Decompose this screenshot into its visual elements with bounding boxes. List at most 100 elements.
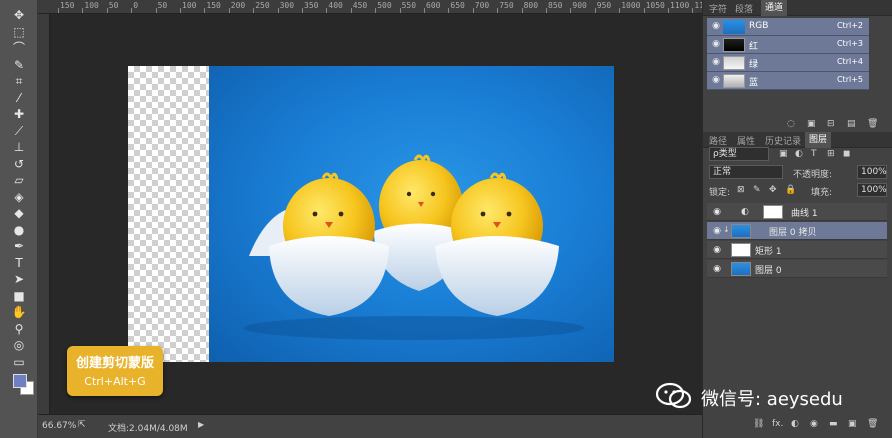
- ruler-label: 50: [157, 1, 168, 10]
- screen-mode-icon[interactable]: ▭: [8, 353, 30, 371]
- layer-thumbnail: [731, 262, 751, 276]
- foreground-color-swatch[interactable]: [13, 374, 27, 388]
- blend-mode-select[interactable]: 正常: [709, 165, 783, 179]
- channel-shortcut: Ctrl+5: [836, 75, 863, 84]
- ruler-label: 1150: [694, 1, 702, 10]
- tab-paragraph[interactable]: 段落: [735, 2, 753, 15]
- channel-row[interactable]: ◉ RGB Ctrl+2: [707, 18, 869, 36]
- visibility-eye-icon[interactable]: ◉: [711, 22, 721, 31]
- layer-filter-select[interactable]: ρ类型: [709, 147, 769, 161]
- ruler-label: 850: [548, 1, 563, 10]
- ruler-label: 950: [596, 1, 612, 10]
- eyedropper-tool-icon[interactable]: ⁄: [8, 89, 30, 107]
- ruler-tick: [570, 8, 572, 13]
- tab-channels[interactable]: 通道: [761, 0, 788, 16]
- visibility-eye-icon[interactable]: ◉: [711, 58, 721, 67]
- save-selection-icon[interactable]: ▣: [807, 119, 816, 129]
- new-group-icon[interactable]: ▬: [829, 419, 838, 429]
- channel-row[interactable]: ◉ 绿 Ctrl+4: [707, 54, 869, 72]
- layer-mask-icon[interactable]: ◐: [791, 419, 799, 429]
- hand-tool-icon[interactable]: ✋: [8, 303, 30, 321]
- zoom-level[interactable]: 66.67%: [42, 421, 76, 431]
- lock-paint-icon[interactable]: ✎: [753, 185, 761, 195]
- layer-style-icon[interactable]: fx.: [772, 419, 783, 429]
- paint-bucket-tool-icon[interactable]: ◈: [8, 188, 30, 206]
- new-layer-icon[interactable]: ▣: [848, 419, 857, 429]
- marquee-tool-icon[interactable]: ⬚: [8, 23, 30, 41]
- layer-name[interactable]: 图层 0 拷贝: [769, 225, 816, 238]
- new-channel-icon[interactable]: ▤: [847, 119, 856, 129]
- opacity-input[interactable]: 100%: [857, 165, 887, 179]
- path-select-tool-icon[interactable]: ➤: [8, 270, 30, 288]
- visibility-eye-icon[interactable]: ◉: [711, 245, 723, 255]
- lock-transparent-icon[interactable]: ⊠: [737, 185, 745, 195]
- channel-name: RGB: [749, 21, 769, 31]
- eraser-tool-icon[interactable]: ▱: [8, 171, 30, 189]
- ruler-tick: [619, 8, 621, 13]
- ruler-label: 650: [450, 1, 465, 10]
- tab-character[interactable]: 字符: [709, 2, 727, 15]
- lock-all-icon[interactable]: 🔒: [785, 185, 796, 195]
- layer-name[interactable]: 图层 0: [755, 263, 782, 276]
- filter-smart-object-icon[interactable]: ◼: [843, 149, 850, 159]
- ruler-tick: [399, 8, 401, 13]
- layer-row[interactable]: ◉ 矩形 1: [707, 241, 887, 259]
- link-layers-icon[interactable]: ⛓: [753, 419, 764, 429]
- quick-select-tool-icon[interactable]: ✎: [8, 56, 30, 74]
- load-selection-icon[interactable]: ◌: [787, 119, 795, 129]
- fill-input[interactable]: 100%: [857, 183, 887, 197]
- document-canvas[interactable]: [128, 66, 614, 362]
- ruler-tick: [643, 8, 645, 13]
- lasso-tool-icon[interactable]: ⌒: [8, 39, 30, 57]
- filter-pixel-icon[interactable]: ▣: [779, 149, 788, 159]
- ruler-tick: [58, 8, 59, 13]
- type-tool-icon[interactable]: T: [8, 254, 30, 272]
- visibility-eye-icon[interactable]: ◉: [711, 226, 723, 236]
- layer-row[interactable]: ◉ ↓ 图层 0 拷贝: [707, 222, 887, 240]
- ruler-label: 800: [523, 1, 539, 10]
- shape-tool-icon[interactable]: ■: [8, 287, 30, 305]
- ruler-label: 700: [474, 1, 490, 10]
- export-icon[interactable]: ⇱: [78, 420, 86, 430]
- visibility-eye-icon[interactable]: ◉: [711, 207, 723, 217]
- brush-tool-icon[interactable]: ⟋: [8, 122, 30, 140]
- zoom-tool-icon[interactable]: ⚲: [8, 320, 30, 338]
- clipping-arrow-icon: ↓: [723, 225, 730, 234]
- ruler-tick: [521, 8, 523, 13]
- ruler-label: 1100: [670, 1, 690, 10]
- wechat-icon: [655, 382, 692, 409]
- ruler-tick: [448, 8, 450, 13]
- delete-layer-icon[interactable]: 🗑: [867, 419, 878, 429]
- quick-mask-icon[interactable]: ◎: [8, 336, 30, 354]
- layer-name[interactable]: 矩形 1: [755, 244, 782, 257]
- history-brush-tool-icon[interactable]: ↺: [8, 155, 30, 173]
- lock-position-icon[interactable]: ✥: [769, 185, 777, 195]
- visibility-eye-icon[interactable]: ◉: [711, 40, 721, 49]
- layer-row[interactable]: ◉ 图层 0: [707, 260, 887, 278]
- ruler-tick: [277, 8, 279, 13]
- clone-stamp-tool-icon[interactable]: ⊥: [8, 138, 30, 156]
- visibility-eye-icon[interactable]: ◉: [711, 264, 723, 274]
- move-tool-icon[interactable]: ✥: [8, 6, 30, 24]
- channels-panel-tabs: 字符 段落 通道: [703, 0, 892, 16]
- dodge-tool-icon[interactable]: ●: [8, 221, 30, 239]
- status-menu-arrow-icon[interactable]: ▶: [198, 420, 204, 429]
- layer-row[interactable]: ◉ ◐ 曲线 1: [707, 203, 887, 221]
- channel-row[interactable]: ◉ 蓝 Ctrl+5: [707, 72, 869, 90]
- healing-brush-tool-icon[interactable]: ✚: [8, 105, 30, 123]
- blur-tool-icon[interactable]: ◆: [8, 204, 30, 222]
- delete-channel-icon[interactable]: 🗑: [867, 119, 878, 129]
- filter-adjustment-icon[interactable]: ◐: [795, 149, 803, 159]
- crop-tool-icon[interactable]: ⌗: [8, 72, 30, 90]
- channel-row[interactable]: ◉ 红 Ctrl+3: [707, 36, 869, 54]
- new-channel-mask-icon[interactable]: ⊟: [827, 119, 835, 129]
- pen-tool-icon[interactable]: ✒: [8, 237, 30, 255]
- layer-name[interactable]: 曲线 1: [791, 206, 818, 219]
- ruler-tick: [692, 8, 694, 13]
- adjustment-layer-icon[interactable]: ◉: [810, 419, 818, 429]
- filter-shape-icon[interactable]: ⊞: [827, 149, 835, 159]
- visibility-eye-icon[interactable]: ◉: [711, 76, 721, 85]
- ruler-tick: [180, 8, 181, 13]
- layer-image-chicks: [209, 66, 614, 362]
- filter-type-icon[interactable]: T: [811, 149, 817, 159]
